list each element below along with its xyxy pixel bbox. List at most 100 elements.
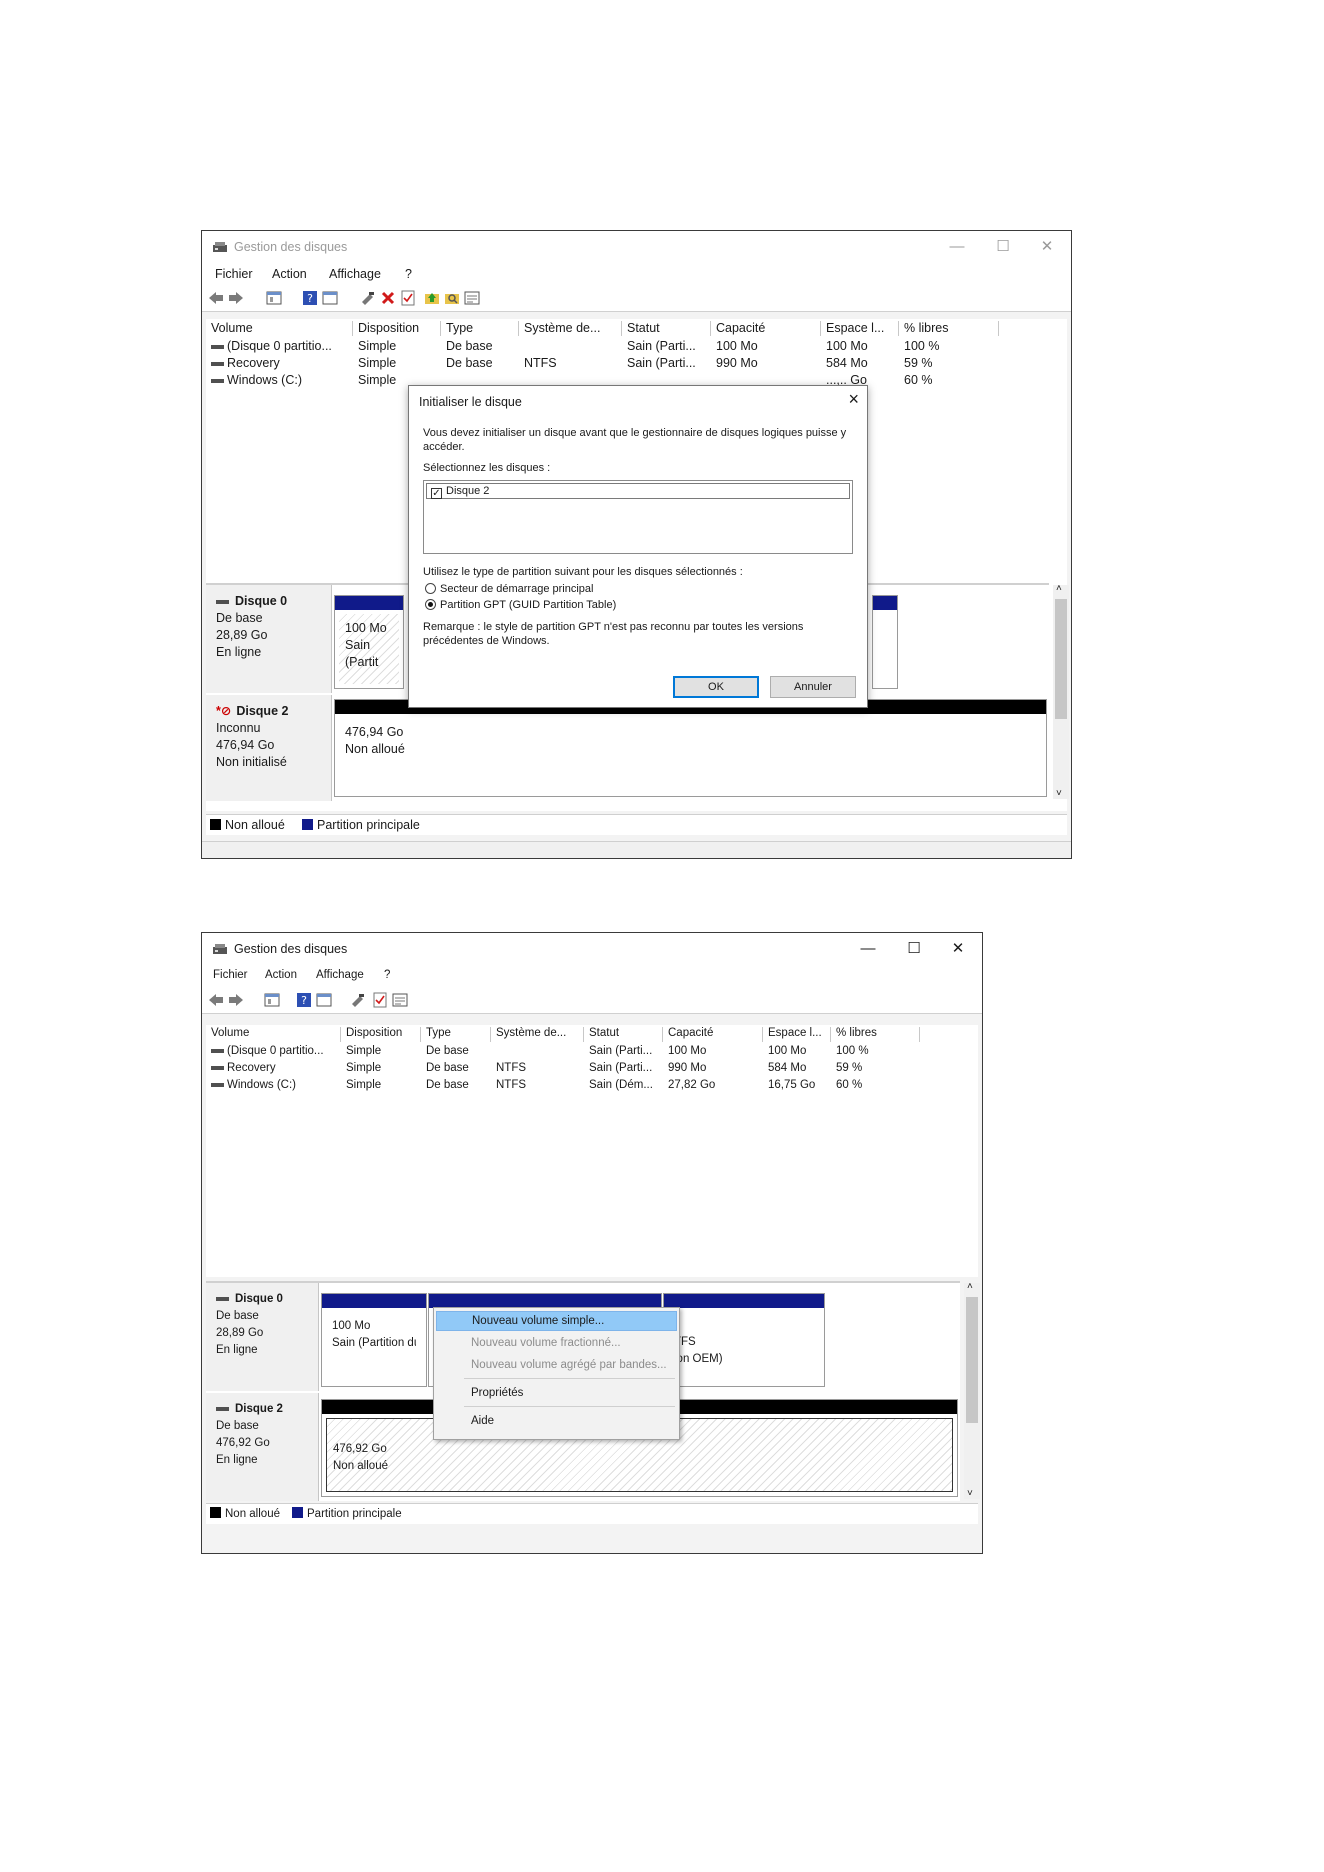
col-status[interactable]: Statut <box>622 321 711 336</box>
folder-up-icon[interactable] <box>424 290 440 306</box>
help-icon[interactable]: ? <box>296 992 312 1008</box>
scroll-up-icon[interactable]: ˄ <box>1056 583 1062 594</box>
partition-status: Sain (Partit <box>345 638 379 669</box>
title-bar[interactable]: Gestion des disques — ☐ ✕ <box>202 231 1071 263</box>
title-bar[interactable]: Gestion des disques — ☐ ✕ <box>202 933 982 965</box>
cancel-button[interactable]: Annuler <box>770 676 856 698</box>
col-filesystem[interactable]: Système de... <box>491 1027 584 1042</box>
option-mbr[interactable]: Secteur de démarrage principal <box>425 583 593 595</box>
volume-icon <box>211 344 224 349</box>
disk-0-header[interactable]: Disque 0 De base 28,89 Go En ligne <box>206 1283 319 1391</box>
disk-0-partition-3[interactable]: TFS ion OEM) <box>663 1293 825 1387</box>
minimize-button[interactable]: — <box>935 235 979 259</box>
checklist-icon[interactable] <box>400 290 416 306</box>
disk-0-partition-1[interactable]: 100 Mo Sain (Partit <box>334 595 404 689</box>
menu-action[interactable]: Action <box>265 969 297 981</box>
menu-help[interactable]: ? <box>384 969 390 981</box>
partition-size: 476,94 Go <box>345 725 404 739</box>
disk-icon <box>216 1296 229 1301</box>
table-row[interactable]: Windows (C:) Simple De base NTFS Sain (D… <box>206 1078 978 1095</box>
option-gpt[interactable]: Partition GPT (GUID Partition Table) <box>425 599 616 611</box>
forward-arrow-icon[interactable] <box>228 992 244 1008</box>
table-row[interactable]: Recovery Simple De base NTFS Sain (Parti… <box>206 1061 978 1078</box>
col-status[interactable]: Statut <box>584 1027 663 1042</box>
col-percent-free[interactable]: % libres <box>831 1027 920 1042</box>
volume-icon <box>211 378 224 383</box>
help-icon[interactable]: ? <box>302 290 318 306</box>
graph-scrollbar[interactable]: ˄ ˅ <box>964 1281 980 1499</box>
scroll-up-icon[interactable]: ˄ <box>967 1281 973 1292</box>
menu-item-properties[interactable]: Propriétés <box>436 1383 677 1403</box>
disk-2-header[interactable]: Disque 2 De base 476,92 Go En ligne <box>206 1393 319 1501</box>
menu-help[interactable]: ? <box>405 267 412 281</box>
radio-unselected-icon[interactable] <box>425 583 436 594</box>
col-volume[interactable]: Volume <box>206 321 353 336</box>
scrollbar-thumb[interactable] <box>966 1297 978 1423</box>
maximize-button[interactable]: ☐ <box>981 235 1025 259</box>
graph-scrollbar[interactable]: ˄ ˅ <box>1053 583 1069 799</box>
checklist-icon[interactable] <box>372 992 388 1008</box>
cell: De base <box>426 1062 469 1074</box>
table-row[interactable]: Recovery Simple De base NTFS Sain (Parti… <box>206 355 1067 372</box>
close-button[interactable]: ✕ <box>936 937 980 961</box>
table-row[interactable]: (Disque 0 partitio... Simple De base Sai… <box>206 1044 978 1061</box>
disk-0-partition-3[interactable] <box>872 595 898 689</box>
menu-item-new-simple-volume[interactable]: Nouveau volume simple... <box>436 1311 677 1331</box>
scrollbar-thumb[interactable] <box>1055 599 1067 719</box>
connect-disk-icon[interactable] <box>360 290 376 306</box>
checkbox-checked-icon[interactable]: ✓ <box>431 488 442 499</box>
menu-affichage[interactable]: Affichage <box>316 969 364 981</box>
back-arrow-icon[interactable] <box>208 992 224 1008</box>
disk-name: Disque 2 <box>235 1403 283 1415</box>
menu-fichier[interactable]: Fichier <box>215 267 253 281</box>
menu-item-help[interactable]: Aide <box>436 1411 677 1431</box>
col-filesystem[interactable]: Système de... <box>519 321 622 336</box>
menu-item-new-striped-volume[interactable]: Nouveau volume agrégé par bandes... <box>436 1355 677 1375</box>
col-disposition[interactable]: Disposition <box>341 1027 421 1042</box>
properties-icon[interactable] <box>316 992 332 1008</box>
settings-list-icon[interactable] <box>464 290 480 306</box>
table-row[interactable]: (Disque 0 partitio... Simple De base Sai… <box>206 338 1067 355</box>
col-free-space[interactable]: Espace l... <box>763 1027 831 1042</box>
col-capacity[interactable]: Capacité <box>663 1027 763 1042</box>
folder-search-icon[interactable] <box>444 290 460 306</box>
console-tree-icon[interactable] <box>266 290 282 306</box>
partition-status: ion OEM) <box>674 1353 723 1365</box>
console-tree-icon[interactable] <box>264 992 280 1008</box>
disk-2-unallocated[interactable]: 476,94 Go Non alloué <box>334 699 1047 797</box>
settings-list-icon[interactable] <box>392 992 408 1008</box>
delete-icon[interactable] <box>380 290 396 306</box>
forward-arrow-icon[interactable] <box>228 290 244 306</box>
col-free-space[interactable]: Espace l... <box>821 321 899 336</box>
radio-selected-icon[interactable] <box>425 599 436 610</box>
cell: De base <box>426 1079 469 1091</box>
scroll-down-icon[interactable]: ˅ <box>967 1488 973 1499</box>
dialog-close-button[interactable]: × <box>848 389 859 410</box>
minimize-button[interactable]: — <box>846 937 890 961</box>
col-type[interactable]: Type <box>421 1027 491 1042</box>
maximize-button[interactable]: ☐ <box>892 937 936 961</box>
menu-item-new-spanned-volume[interactable]: Nouveau volume fractionné... <box>436 1333 677 1353</box>
menu-action[interactable]: Action <box>272 267 307 281</box>
ok-button[interactable]: OK <box>673 676 759 698</box>
col-disposition[interactable]: Disposition <box>353 321 441 336</box>
disk-list-item[interactable]: ✓ Disque 2 <box>426 483 850 499</box>
disk-2-header[interactable]: *⊘ Disque 2 Inconnu 476,94 Go Non initial… <box>206 695 332 801</box>
disk-0-partition-1[interactable]: 100 Mo Sain (Partition du <box>321 1293 427 1387</box>
col-capacity[interactable]: Capacité <box>711 321 821 336</box>
disk-0-header[interactable]: Disque 0 De base 28,89 Go En ligne <box>206 585 332 693</box>
disk-error-icon: *⊘ <box>216 704 232 718</box>
close-button[interactable]: ✕ <box>1025 235 1069 259</box>
scroll-down-icon[interactable]: ˅ <box>1056 788 1062 799</box>
disk-management-window-1: Gestion des disques — ☐ ✕ Fichier Action… <box>201 230 1072 859</box>
menu-affichage[interactable]: Affichage <box>329 267 381 281</box>
col-volume[interactable]: Volume <box>206 1027 341 1042</box>
col-percent-free[interactable]: % libres <box>899 321 999 336</box>
back-arrow-icon[interactable] <box>208 290 224 306</box>
col-type[interactable]: Type <box>441 321 519 336</box>
menu-fichier[interactable]: Fichier <box>213 969 248 981</box>
cell: 990 Mo <box>716 356 758 370</box>
cell: De base <box>446 339 493 353</box>
connect-disk-icon[interactable] <box>350 992 366 1008</box>
properties-icon[interactable] <box>322 290 338 306</box>
